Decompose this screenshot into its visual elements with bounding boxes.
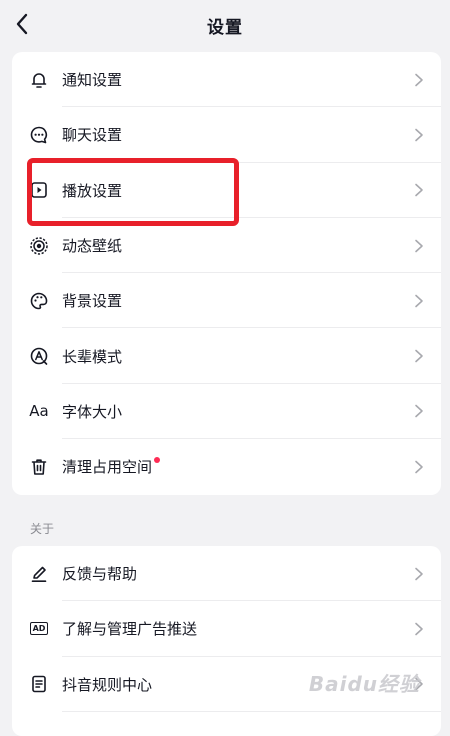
chevron-right-icon	[415, 622, 423, 636]
chat-bubble-icon	[28, 124, 50, 146]
about-item-label: 抖音规则中心	[62, 675, 153, 694]
about-card: 反馈与帮助 AD 了解与管理广告推送 抖音规则中心	[12, 546, 441, 736]
chevron-right-icon	[415, 239, 423, 252]
settings-item-label: 背景设置	[62, 292, 123, 311]
settings-item-label: 聊天设置	[62, 126, 123, 145]
chevron-right-icon	[415, 128, 423, 142]
chevron-right-icon	[415, 183, 423, 197]
settings-item-chat[interactable]: 聊天设置	[12, 107, 441, 163]
section-title-about: 关于	[30, 522, 55, 536]
top-bar: 设置	[0, 0, 450, 50]
trash-icon	[28, 456, 50, 478]
settings-item-live-wallpaper[interactable]: 动态壁纸	[12, 218, 441, 274]
chevron-right-icon	[415, 73, 423, 86]
watermark: Baidu经验	[308, 672, 420, 696]
page-title: 设置	[207, 18, 243, 38]
notification-dot	[154, 457, 161, 464]
edit-pen-icon	[28, 563, 50, 585]
about-item-ad-management[interactable]: AD 了解与管理广告推送	[12, 601, 441, 657]
bell-icon	[28, 69, 50, 91]
ad-icon: AD	[28, 618, 50, 640]
settings-item-label: 动态壁纸	[62, 237, 123, 256]
row-divider	[62, 710, 441, 712]
settings-item-label: 通知设置	[62, 71, 123, 90]
chevron-right-icon	[415, 349, 423, 363]
chevron-right-icon	[415, 460, 423, 474]
settings-item-label: 清理占用空间	[62, 458, 153, 477]
settings-item-label: 字体大小	[62, 402, 123, 421]
palette-icon	[28, 290, 50, 312]
settings-item-label: 长辈模式	[62, 347, 123, 366]
elder-mode-icon	[28, 345, 50, 367]
about-item-label: 反馈与帮助	[62, 565, 138, 584]
settings-item-font-size[interactable]: Aa 字体大小	[12, 384, 441, 440]
settings-item-background[interactable]: 背景设置	[12, 273, 441, 329]
settings-item-playback[interactable]: 播放设置	[12, 163, 441, 218]
live-wallpaper-icon	[28, 235, 50, 257]
settings-item-clear-storage[interactable]: 清理占用空间	[12, 439, 441, 494]
settings-item-label: 播放设置	[62, 181, 123, 200]
settings-item-elder-mode[interactable]: 长辈模式	[12, 328, 441, 384]
about-item-label: 了解与管理广告推送	[62, 620, 198, 639]
about-item-feedback[interactable]: 反馈与帮助	[12, 546, 441, 602]
chevron-right-icon	[415, 405, 423, 418]
rules-document-icon	[28, 673, 50, 695]
settings-item-notifications[interactable]: 通知设置	[12, 52, 441, 108]
chevron-right-icon	[415, 567, 423, 580]
font-size-icon: Aa	[29, 402, 49, 421]
settings-card: 通知设置 聊天设置 播放设置 动态壁纸 背景设置 长辈模式 Aa 字体大小 清理…	[12, 52, 441, 495]
play-settings-icon	[28, 179, 50, 201]
chevron-right-icon	[415, 294, 423, 308]
